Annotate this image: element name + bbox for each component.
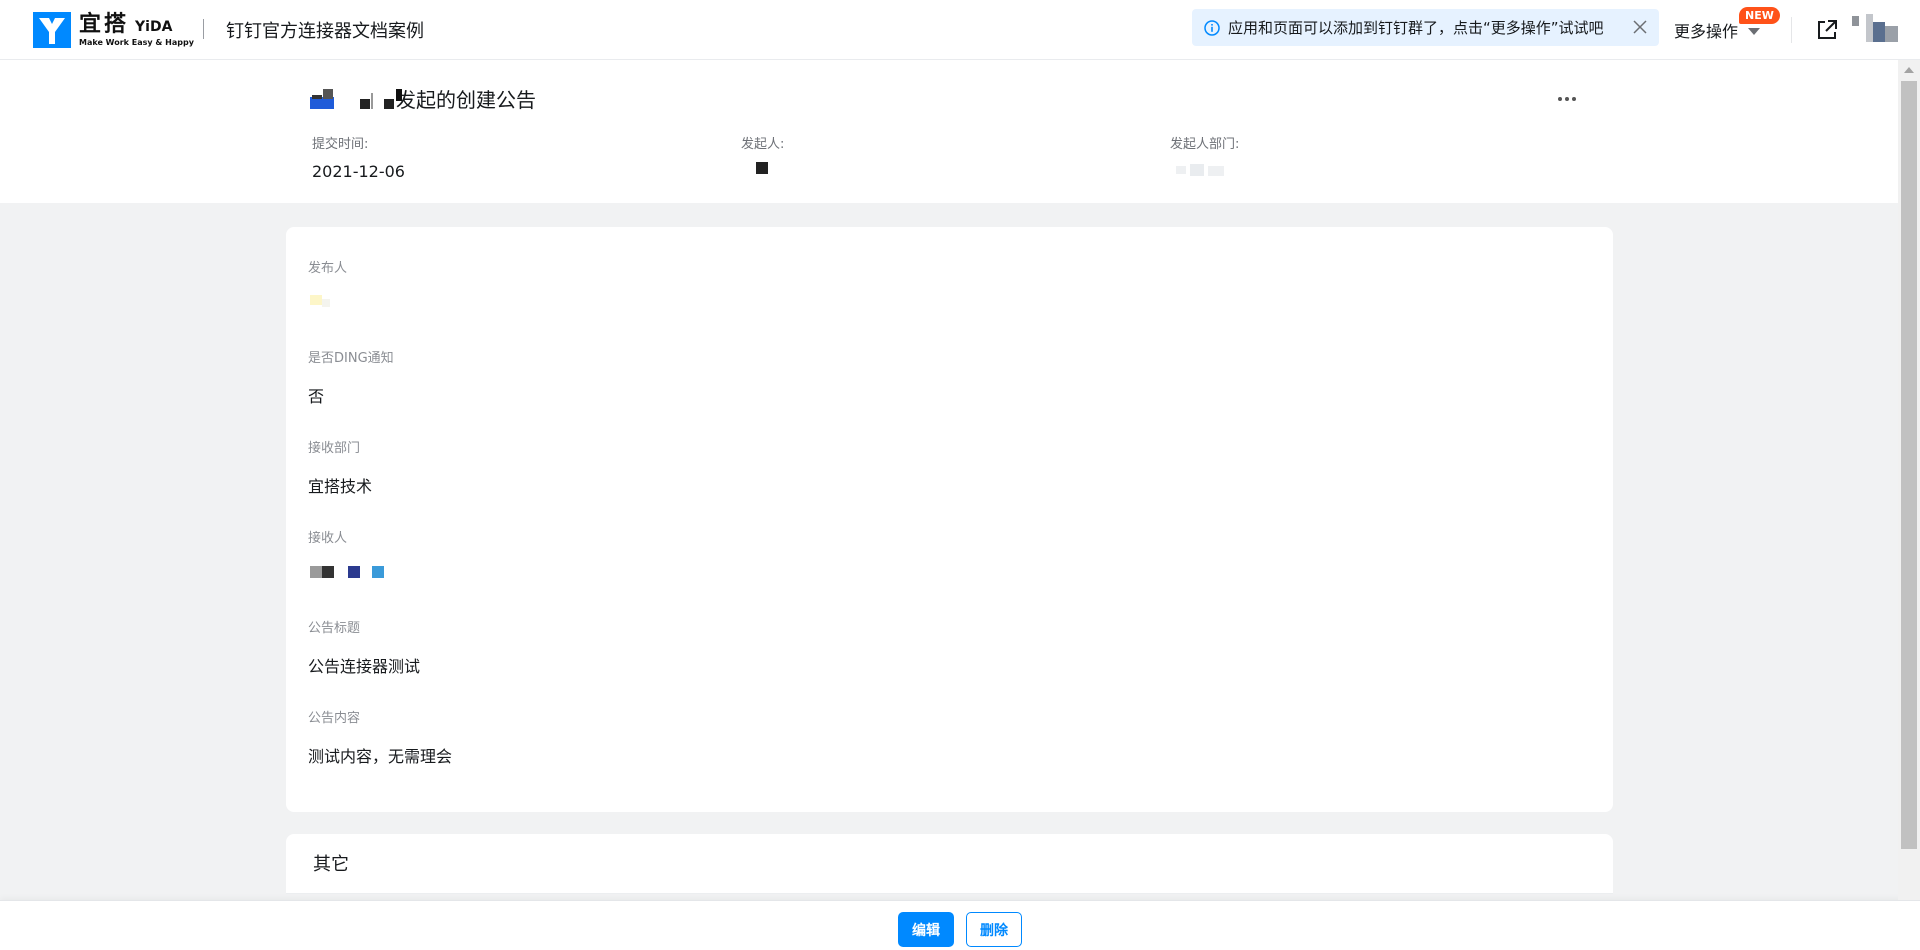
logo-en-text: YiDA — [135, 18, 173, 35]
page-title: 发起的创建公告 — [310, 84, 536, 113]
submit-time-block: 提交时间: 2021-12-06 — [312, 133, 405, 181]
field-label: 发布人 — [308, 261, 348, 276]
logo-text: 宜搭 YiDA Make Work Easy & Happy — [79, 11, 194, 47]
notice-text: 应用和页面可以添加到钉钉群了，点击“更多操作”试试吧 — [1228, 19, 1604, 37]
user-avatar[interactable] — [1852, 14, 1898, 42]
other-section: 其它 — [286, 834, 1613, 894]
field-label: 接收人 — [308, 531, 348, 546]
field-notice-content: 公告内容 测试内容，无需理会 — [308, 707, 452, 767]
vertical-scrollbar[interactable] — [1898, 60, 1920, 900]
field-value: 否 — [308, 387, 325, 406]
field-label: 公告标题 — [308, 621, 361, 636]
chevron-down-icon — [1748, 27, 1761, 35]
more-dot-icon — [1558, 97, 1562, 101]
logo-cn-text: 宜搭 — [79, 11, 130, 37]
initiator-dept-block: 发起人部门: — [1170, 133, 1239, 178]
scroll-up-arrow-icon[interactable] — [1904, 67, 1914, 73]
field-label: 公告内容 — [308, 711, 361, 726]
submit-time-value: 2021-12-06 — [312, 162, 405, 181]
page-title-text: 发起的创建公告 — [396, 88, 536, 112]
delete-button[interactable]: 删除 — [966, 912, 1022, 947]
initiator-dept-label: 发起人部门: — [1170, 137, 1240, 152]
yida-logo[interactable]: 宜搭 YiDA Make Work Easy & Happy — [33, 12, 194, 48]
open-in-new-icon[interactable] — [1814, 17, 1840, 43]
initiator-name-redacted — [310, 88, 402, 109]
logo-slogan: Make Work Easy & Happy — [79, 37, 194, 47]
toolbar-divider — [1791, 17, 1792, 43]
field-label: 是否DING通知 — [308, 351, 394, 366]
field-notice-title: 公告标题 公告连接器测试 — [308, 617, 420, 677]
field-value: 宜搭技术 — [308, 477, 373, 496]
edit-button[interactable]: 编辑 — [898, 912, 954, 947]
app-name[interactable]: 钉钉官方连接器文档案例 — [226, 17, 424, 43]
field-receive-dept: 接收部门 宜搭技术 — [308, 437, 372, 497]
submit-time-label: 提交时间: — [312, 137, 369, 152]
more-dot-icon — [1565, 97, 1569, 101]
field-receivers: 接收人 — [308, 527, 388, 579]
yida-logo-icon — [33, 12, 71, 48]
initiator-dept-redacted — [1176, 164, 1224, 176]
more-actions-label: 更多操作 — [1674, 22, 1739, 41]
form-detail-card: 发布人 是否DING通知 否 接收部门 宜搭技术 接收人 公告标题 公告连接器测… — [286, 227, 1613, 812]
bottom-action-bar: 编辑 删除 — [0, 900, 1920, 950]
publisher-avatar-redacted — [308, 293, 348, 309]
receivers-avatars-redacted — [308, 563, 388, 579]
header-divider — [203, 19, 204, 39]
more-dot-icon — [1572, 97, 1576, 101]
field-label: 接收部门 — [308, 441, 361, 456]
new-badge: NEW — [1739, 7, 1780, 24]
field-value: 测试内容，无需理会 — [308, 747, 453, 766]
info-icon — [1204, 19, 1220, 36]
initiator-block: 发起人: — [741, 133, 784, 174]
close-icon[interactable] — [1631, 18, 1649, 36]
more-options-button[interactable] — [1558, 92, 1582, 106]
notice-banner: 应用和页面可以添加到钉钉群了，点击“更多操作”试试吧 — [1192, 9, 1659, 46]
form-header: 发起的创建公告 提交时间: 2021-12-06 发起人: 发起人部门: — [0, 60, 1898, 203]
other-section-title: 其它 — [313, 854, 349, 875]
field-publisher: 发布人 — [308, 257, 348, 309]
field-value: 公告连接器测试 — [308, 657, 421, 676]
scrollbar-thumb[interactable] — [1901, 81, 1917, 849]
field-ding-notify: 是否DING通知 否 — [308, 347, 394, 407]
top-bar: 宜搭 YiDA Make Work Easy & Happy 钉钉官方连接器文档案… — [0, 0, 1920, 60]
initiator-label: 发起人: — [741, 137, 785, 152]
initiator-avatar-redacted — [756, 162, 768, 174]
